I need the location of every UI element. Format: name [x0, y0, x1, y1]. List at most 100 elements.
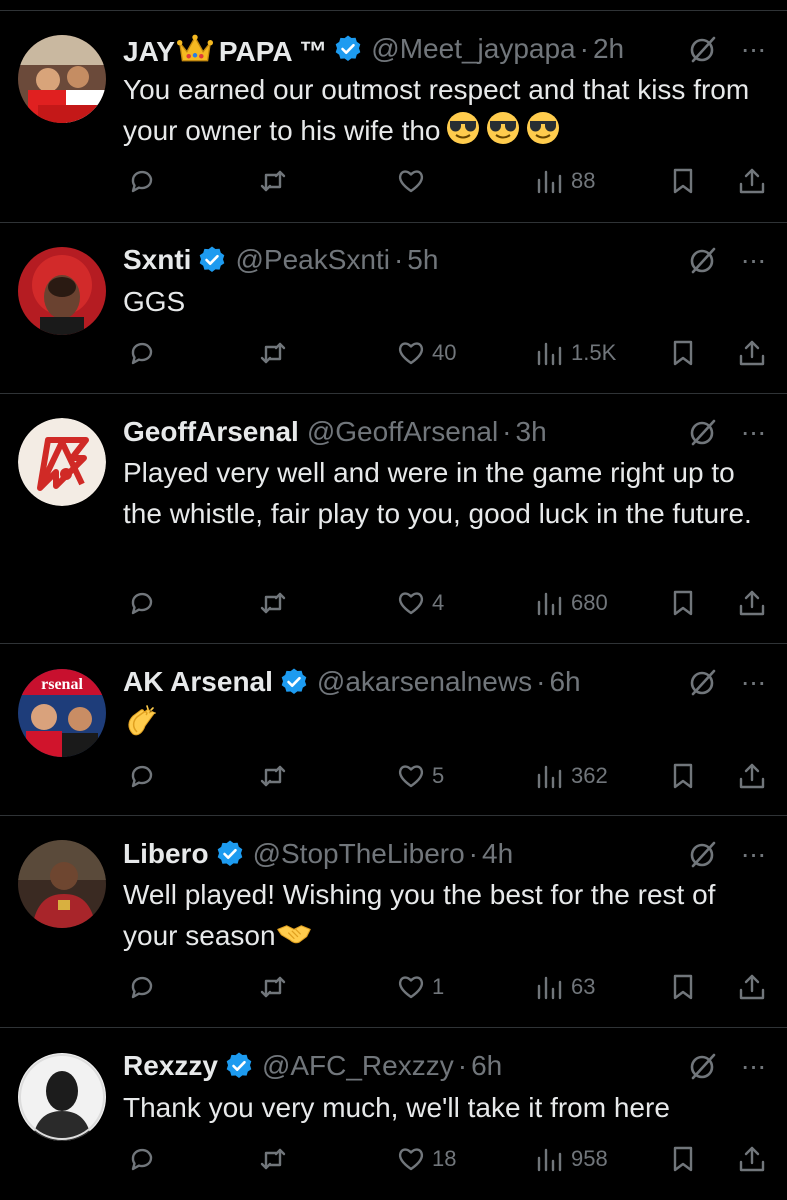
grok-slash-icon[interactable]: [687, 1050, 719, 1082]
views-button[interactable]: 88: [535, 165, 595, 197]
views-bars-icon: [537, 1148, 562, 1172]
retweet-icon: [260, 592, 286, 614]
views-button[interactable]: 63: [535, 971, 595, 1003]
bookmark-button[interactable]: [668, 587, 698, 619]
share-button[interactable]: [737, 760, 767, 792]
timestamp[interactable]: 6h: [471, 1050, 502, 1082]
reply-button[interactable]: [127, 165, 157, 197]
reply-button[interactable]: [127, 337, 157, 369]
retweet-icon: [260, 765, 286, 787]
like-count: 1: [432, 974, 445, 999]
retweet-button[interactable]: [258, 760, 288, 792]
share-button[interactable]: [737, 1143, 767, 1175]
bookmark-icon: [673, 340, 693, 366]
more-dots-icon[interactable]: ···: [737, 35, 769, 71]
reply-tweet[interactable]: JAY PAPA ™ @Meet_jaypapa · 2h ··· You ear…: [0, 11, 787, 223]
bookmark-button[interactable]: [668, 760, 698, 792]
retweet-button[interactable]: [258, 165, 288, 197]
like-button[interactable]: 5: [396, 760, 444, 792]
share-button[interactable]: [737, 337, 767, 369]
display-name[interactable]: JAY PAPA ™: [123, 31, 327, 68]
reply-bubble-icon: [131, 765, 153, 788]
reply-bubble-icon: [131, 592, 153, 615]
reply-button[interactable]: [127, 971, 157, 1003]
avatar[interactable]: [18, 1053, 106, 1141]
bookmark-button[interactable]: [668, 165, 698, 197]
avatar[interactable]: [18, 840, 106, 928]
handle[interactable]: @PeakSxnti: [235, 244, 390, 276]
timestamp[interactable]: 3h: [516, 416, 547, 448]
more-dots-icon[interactable]: ···: [737, 668, 769, 704]
verified-badge-icon: [333, 34, 363, 64]
views-button[interactable]: 1.5K: [535, 337, 616, 369]
display-name[interactable]: Libero: [123, 838, 209, 870]
retweet-button[interactable]: [258, 587, 288, 619]
more-dots-icon[interactable]: ···: [737, 246, 769, 282]
reply-tweet[interactable]: rsenal AK Arsenal @akarsenalnews · 6h ··…: [0, 644, 787, 816]
share-icon: [739, 974, 765, 1000]
share-button[interactable]: [737, 971, 767, 1003]
display-name[interactable]: Rexzzy: [123, 1050, 218, 1082]
grok-slash-icon[interactable]: [687, 666, 719, 698]
share-button[interactable]: [737, 587, 767, 619]
avatar[interactable]: [18, 35, 106, 123]
heart-icon: [398, 342, 424, 365]
bookmark-button[interactable]: [668, 1143, 698, 1175]
display-name[interactable]: AK Arsenal: [123, 666, 273, 698]
reply-button[interactable]: [127, 1143, 157, 1175]
views-bars-icon: [537, 765, 562, 789]
separator-dot: ·: [579, 33, 589, 64]
heart-icon: [398, 1148, 424, 1171]
bookmark-button[interactable]: [668, 337, 698, 369]
grok-slash-icon[interactable]: [687, 416, 719, 448]
reply-tweet[interactable]: GeoffArsenal @GeoffArsenal · 3h ··· Play…: [0, 394, 787, 644]
retweet-button[interactable]: [258, 971, 288, 1003]
timestamp[interactable]: 5h: [407, 244, 438, 276]
share-icon: [739, 340, 765, 366]
share-button[interactable]: [737, 165, 767, 197]
heart-icon: [398, 592, 424, 615]
views-button[interactable]: 680: [535, 587, 608, 619]
display-name[interactable]: GeoffArsenal: [123, 416, 299, 448]
reply-feed: JAY PAPA ™ @Meet_jaypapa · 2h ··· You ear…: [0, 0, 787, 1200]
like-button[interactable]: 18: [396, 1143, 456, 1175]
avatar[interactable]: [18, 418, 106, 506]
views-button[interactable]: 362: [535, 760, 608, 792]
like-button[interactable]: [396, 165, 432, 197]
heart-icon: [398, 765, 424, 788]
reply-tweet[interactable]: Libero @StopTheLibero · 4h ··· Well play…: [0, 816, 787, 1028]
avatar[interactable]: rsenal: [18, 669, 106, 757]
handle[interactable]: @GeoffArsenal: [307, 416, 498, 448]
reply-bubble-icon: [131, 170, 153, 193]
more-dots-icon[interactable]: ···: [737, 418, 769, 454]
grok-slash-icon[interactable]: [687, 33, 719, 65]
views-bars-icon: [537, 342, 562, 366]
more-dots-icon[interactable]: ···: [737, 1052, 769, 1088]
like-button[interactable]: 40: [396, 337, 456, 369]
grok-slash-icon[interactable]: [687, 244, 719, 276]
display-name[interactable]: Sxnti: [123, 244, 191, 276]
views-count: 88: [571, 168, 596, 193]
reply-tweet[interactable]: Rexzzy @AFC_Rexzzy · 6h ··· Thank you ve…: [0, 1028, 787, 1200]
views-button[interactable]: 958: [535, 1143, 608, 1175]
reply-button[interactable]: [127, 587, 157, 619]
grok-slash-icon[interactable]: [687, 838, 719, 870]
handle[interactable]: @akarsenalnews: [317, 666, 532, 698]
timestamp[interactable]: 6h: [549, 666, 580, 698]
reply-tweet[interactable]: Sxnti @PeakSxnti · 5h ··· GGS 40 1.5K: [0, 223, 787, 394]
handle[interactable]: @AFC_Rexzzy: [262, 1050, 454, 1082]
more-dots-icon[interactable]: ···: [737, 840, 769, 876]
timestamp[interactable]: 2h: [593, 33, 624, 65]
retweet-button[interactable]: [258, 337, 288, 369]
like-button[interactable]: 1: [396, 971, 444, 1003]
retweet-button[interactable]: [258, 1143, 288, 1175]
bookmark-icon: [673, 1146, 693, 1172]
verified-badge-icon: [279, 667, 309, 697]
timestamp[interactable]: 4h: [482, 838, 513, 870]
bookmark-button[interactable]: [668, 971, 698, 1003]
handle[interactable]: @Meet_jaypapa: [371, 33, 575, 65]
like-button[interactable]: 4: [396, 587, 444, 619]
reply-button[interactable]: [127, 760, 157, 792]
avatar[interactable]: [18, 247, 106, 335]
handle[interactable]: @StopTheLibero: [253, 838, 465, 870]
